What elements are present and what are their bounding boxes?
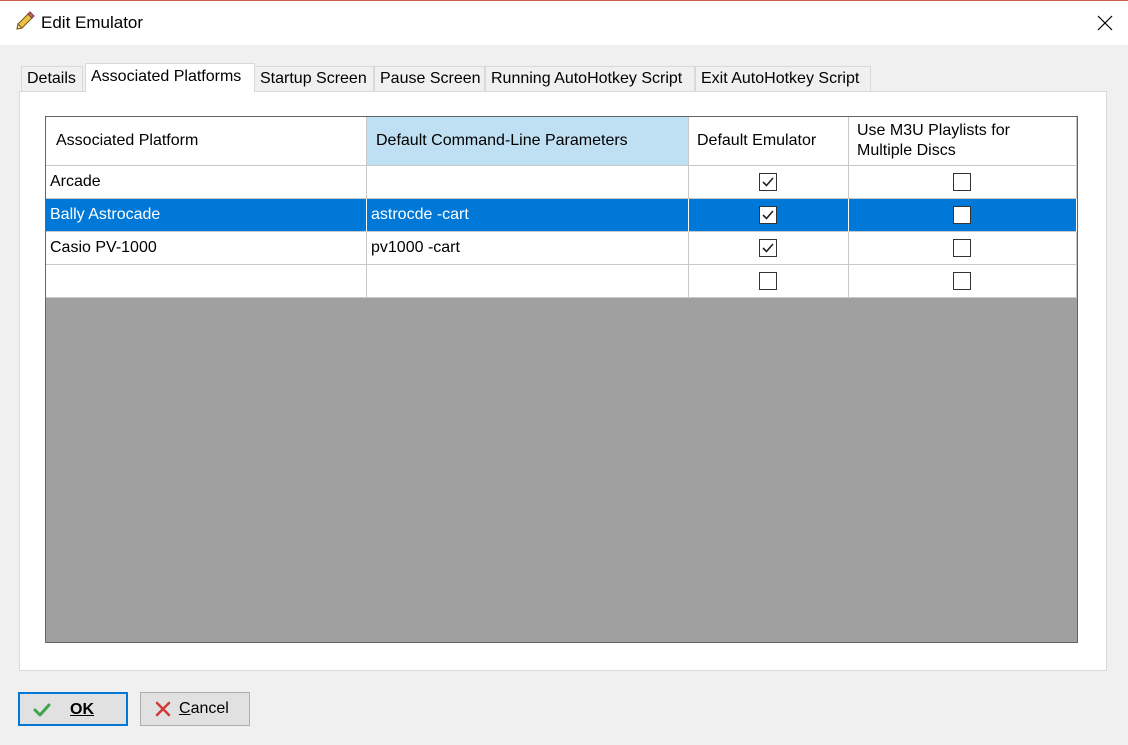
tab-startup-screen[interactable]: Startup Screen — [254, 66, 374, 91]
m3u-cell — [849, 232, 1077, 265]
tab-details[interactable]: Details — [21, 66, 83, 91]
column-header-default-emulator[interactable]: Default Emulator — [689, 117, 849, 166]
default-emulator-checkbox[interactable] — [759, 173, 777, 191]
column-header-associated-platform[interactable]: Associated Platform — [46, 117, 367, 166]
table-row-new[interactable] — [46, 265, 1077, 298]
m3u-checkbox[interactable] — [953, 173, 971, 191]
default-emulator-checkbox[interactable] — [759, 206, 777, 224]
platforms-grid[interactable]: Associated Platform Default Command-Line… — [45, 116, 1078, 643]
m3u-checkbox[interactable] — [953, 206, 971, 224]
platform-cell[interactable]: Casio PV-1000 — [46, 232, 367, 265]
params-cell[interactable] — [367, 166, 689, 199]
column-header-command-line-parameters[interactable]: Default Command-Line Parameters — [367, 117, 689, 166]
tab-associated-platforms[interactable]: Associated Platforms — [85, 63, 255, 92]
m3u-cell — [849, 265, 1077, 298]
checkmark-icon — [762, 177, 774, 187]
title-bar: Edit Emulator — [0, 1, 1128, 45]
default-emulator-checkbox[interactable] — [759, 272, 777, 290]
close-icon — [1097, 15, 1113, 31]
platform-cell[interactable] — [46, 265, 367, 298]
tab-pause-screen[interactable]: Pause Screen — [374, 66, 485, 91]
close-button[interactable] — [1082, 1, 1128, 45]
window-title: Edit Emulator — [41, 13, 144, 32]
checkmark-icon — [762, 243, 774, 253]
params-cell[interactable]: pv1000 -cart — [367, 232, 689, 265]
params-cell[interactable] — [367, 265, 689, 298]
checkmark-icon — [33, 701, 51, 719]
default-emulator-checkbox[interactable] — [759, 239, 777, 257]
x-icon — [154, 700, 172, 718]
platform-cell[interactable]: Arcade — [46, 166, 367, 199]
cancel-accelerator: C — [179, 700, 191, 717]
platform-cell[interactable]: Bally Astrocade — [46, 199, 367, 232]
table-row[interactable]: Bally Astrocade astrocde -cart — [46, 199, 1077, 232]
table-row[interactable]: Arcade — [46, 166, 1077, 199]
params-cell[interactable]: astrocde -cart — [367, 199, 689, 232]
default-emulator-cell — [689, 166, 849, 199]
m3u-checkbox[interactable] — [953, 272, 971, 290]
cancel-rest: ancel — [190, 700, 229, 717]
pencil-icon — [13, 11, 35, 33]
checkmark-icon — [762, 210, 774, 220]
ok-label: OK — [70, 701, 94, 718]
m3u-cell — [849, 199, 1077, 232]
m3u-cell — [849, 166, 1077, 199]
tab-running-autohotkey-script[interactable]: Running AutoHotkey Script — [485, 66, 695, 91]
ok-button[interactable]: OK — [18, 692, 128, 726]
cancel-label: Cancel — [179, 700, 229, 718]
table-row[interactable]: Casio PV-1000 pv1000 -cart — [46, 232, 1077, 265]
column-header-use-m3u-playlists[interactable]: Use M3U Playlists for Multiple Discs — [849, 117, 1077, 166]
default-emulator-cell — [689, 265, 849, 298]
m3u-checkbox[interactable] — [953, 239, 971, 257]
cancel-button[interactable]: Cancel — [140, 692, 250, 726]
default-emulator-cell — [689, 232, 849, 265]
default-emulator-cell — [689, 199, 849, 232]
tab-exit-autohotkey-script[interactable]: Exit AutoHotkey Script — [695, 66, 871, 91]
